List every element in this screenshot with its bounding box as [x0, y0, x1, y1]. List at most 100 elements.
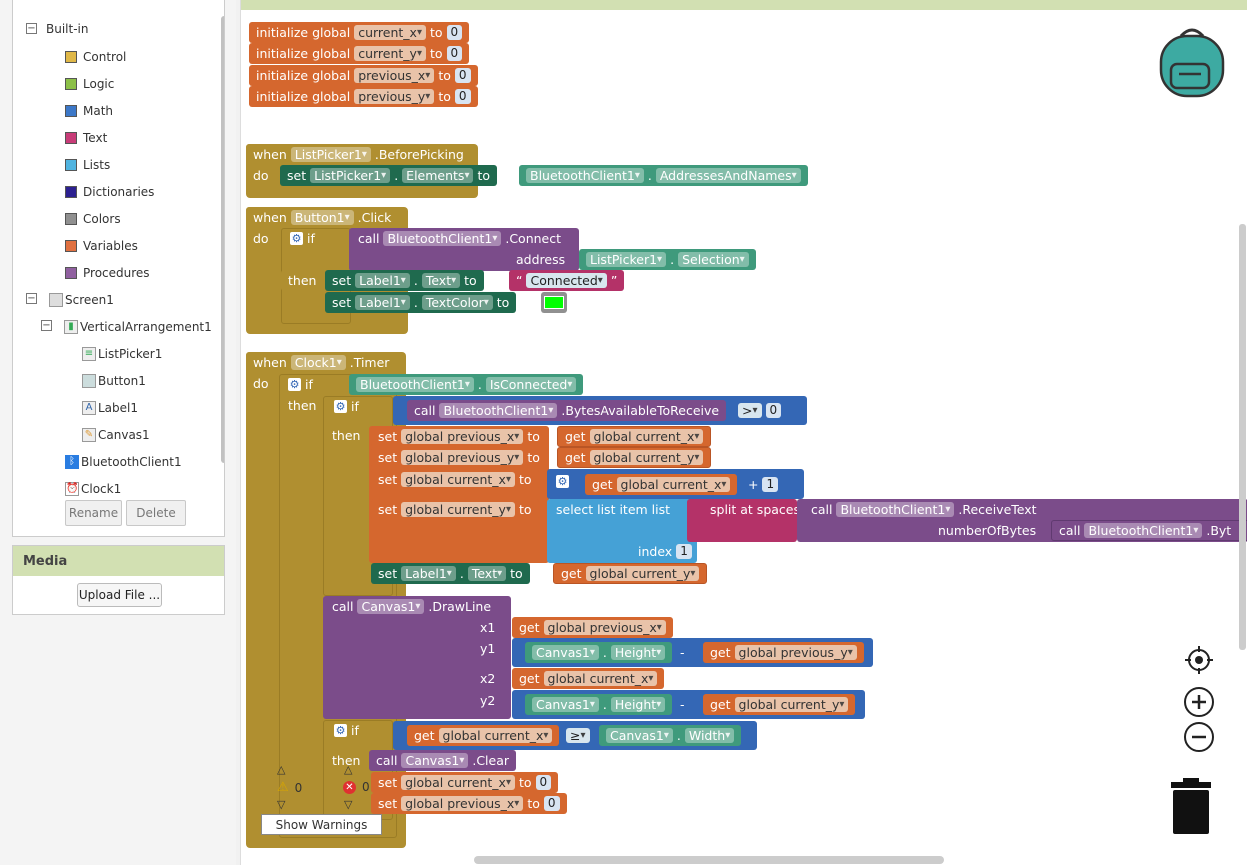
component-dropdown[interactable]: Canvas1	[401, 753, 469, 768]
call-clear-block[interactable]: callCanvas1.Clear	[369, 750, 517, 771]
operator-dropdown[interactable]: >	[738, 403, 762, 418]
category-text[interactable]: Text	[65, 128, 107, 148]
get-global-block[interactable]: get global current_x	[512, 668, 665, 689]
var-dropdown[interactable]: global current_y	[401, 502, 515, 517]
tree-listpicker[interactable]: ≡ ListPicker1	[82, 344, 162, 364]
component-dropdown[interactable]: Canvas1	[532, 697, 599, 712]
init-global-block[interactable]: initialize globalcurrent_yto0	[249, 43, 470, 64]
category-control[interactable]: Control	[65, 47, 126, 67]
set-global-block[interactable]: setglobal previous_xto	[371, 426, 547, 447]
var-dropdown[interactable]: global previous_x	[401, 796, 524, 811]
warning-indicator[interactable]: ⚠ 0	[277, 780, 302, 795]
tree-bluetooth[interactable]: ᛒ BluetoothClient1	[65, 452, 182, 472]
property-dropdown[interactable]: Height	[610, 697, 666, 712]
init-global-block[interactable]: initialize globalprevious_xto0	[249, 65, 478, 86]
color-block[interactable]	[541, 292, 567, 313]
workspace-vscrollbar[interactable]	[1239, 224, 1246, 650]
component-dropdown[interactable]: Button1	[290, 210, 354, 225]
gear-icon[interactable]: ⚙	[290, 232, 303, 245]
var-name[interactable]: current_y	[354, 46, 426, 61]
number-value[interactable]: 0	[446, 46, 463, 61]
get-property-block[interactable]: Canvas1.Width	[599, 725, 742, 746]
component-dropdown[interactable]: BluetoothClient1	[356, 377, 474, 392]
get-property-block[interactable]: BluetoothClient1.IsConnected	[349, 374, 584, 395]
init-global-block[interactable]: initialize globalprevious_yto0	[249, 86, 478, 107]
var-dropdown[interactable]: global current_x	[616, 477, 731, 492]
component-dropdown[interactable]: Clock1	[290, 355, 346, 370]
category-variables[interactable]: Variables	[65, 236, 138, 256]
tree-label1[interactable]: A Label1	[82, 398, 138, 418]
component-dropdown[interactable]: ListPicker1	[586, 252, 667, 267]
get-global-block[interactable]: get global previous_x	[512, 617, 673, 638]
component-dropdown[interactable]: Canvas1	[532, 645, 599, 660]
component-dropdown[interactable]: ListPicker1	[310, 168, 391, 183]
zoom-out-icon[interactable]	[1183, 721, 1215, 753]
var-dropdown[interactable]: global current_y	[585, 566, 700, 581]
gear-icon[interactable]: ⚙	[334, 724, 347, 737]
tree-vertical-arrangement[interactable]: ▮ VerticalArrangement1	[64, 317, 212, 337]
get-global-block[interactable]: get global current_y	[553, 563, 708, 584]
set-global-block[interactable]: setglobal current_xto	[371, 469, 539, 490]
var-dropdown[interactable]: global current_x	[401, 775, 515, 790]
property-dropdown[interactable]: Elements	[402, 168, 474, 183]
category-colors[interactable]: Colors	[65, 209, 121, 229]
component-dropdown[interactable]: Label1	[401, 566, 456, 581]
property-dropdown[interactable]: AddressesAndNames	[655, 168, 801, 183]
show-warnings-button[interactable]: Show Warnings	[261, 814, 382, 835]
upload-file-button[interactable]: Upload File ...	[77, 583, 162, 607]
var-dropdown[interactable]: global current_x	[543, 671, 658, 686]
number-value[interactable]: 0	[765, 403, 782, 418]
var-dropdown[interactable]: global current_x	[438, 728, 553, 743]
tree-canvas[interactable]: ✎ Canvas1	[82, 425, 150, 445]
set-global-block[interactable]: setglobal previous_xto0	[371, 793, 567, 814]
collapse-icon[interactable]: −	[26, 293, 37, 304]
get-property-block[interactable]: BluetoothClient1.AddressesAndNames	[519, 165, 808, 186]
get-global-block[interactable]: get global current_y	[557, 447, 712, 468]
get-global-block[interactable]: get global current_x	[407, 725, 560, 746]
category-logic[interactable]: Logic	[65, 74, 114, 94]
get-global-block[interactable]: get global current_x	[557, 426, 712, 447]
component-dropdown[interactable]: Label1	[355, 295, 410, 310]
number-value[interactable]: 0	[535, 775, 552, 790]
component-dropdown[interactable]: Canvas1	[357, 599, 425, 614]
delete-button[interactable]: Delete	[126, 500, 186, 526]
operator-dropdown[interactable]: ≥	[566, 728, 590, 743]
property-dropdown[interactable]: IsConnected	[485, 377, 577, 392]
set-property-block[interactable]: setLabel1.TextColorto	[325, 292, 517, 313]
workspace-hscrollbar[interactable]	[474, 856, 944, 864]
rename-button[interactable]: Rename	[65, 500, 122, 526]
var-dropdown[interactable]: global previous_x	[543, 620, 666, 635]
var-dropdown[interactable]: global current_y	[734, 697, 849, 712]
get-global-block[interactable]: get global current_y	[703, 694, 856, 715]
blocks-workspace[interactable]: initialize globalcurrent_xto0 initialize…	[240, 0, 1247, 865]
compare-op[interactable]: ≥	[559, 725, 597, 746]
component-dropdown[interactable]: Label1	[355, 273, 410, 288]
var-name[interactable]: previous_x	[354, 68, 435, 83]
number-value[interactable]: 0	[454, 89, 471, 104]
number-value[interactable]: 1	[762, 477, 779, 492]
text-string-block[interactable]: “Connected”	[509, 270, 625, 291]
trash-icon[interactable]	[1169, 778, 1213, 836]
collapse-icon[interactable]: −	[41, 320, 52, 331]
var-dropdown[interactable]: global previous_y	[734, 645, 857, 660]
gear-icon[interactable]: ⚙	[334, 400, 347, 413]
call-bytes-available-block[interactable]: callBluetoothClient1.Byt	[1051, 520, 1247, 541]
set-property-block[interactable]: setLabel1.Textto	[371, 563, 530, 584]
get-property-block[interactable]: Canvas1.Height	[525, 642, 673, 663]
set-global-block[interactable]: setglobal current_yto	[371, 499, 539, 520]
error-up-arrow[interactable]: △	[344, 763, 352, 776]
property-dropdown[interactable]: Height	[610, 645, 666, 660]
component-dropdown[interactable]: BluetoothClient1	[439, 403, 558, 418]
property-dropdown[interactable]: Selection	[678, 252, 749, 267]
get-global-block[interactable]: get global current_x	[585, 474, 738, 495]
get-global-block[interactable]: get global previous_y	[703, 642, 864, 663]
error-indicator[interactable]: ✕ 0	[343, 780, 370, 794]
category-lists[interactable]: Lists	[65, 155, 110, 175]
backpack-icon[interactable]	[1157, 26, 1227, 100]
string-value[interactable]: Connected	[526, 273, 607, 288]
gear-icon[interactable]: ⚙	[288, 378, 301, 391]
var-dropdown[interactable]: global current_x	[401, 472, 515, 487]
category-dictionaries[interactable]: Dictionaries	[65, 182, 154, 202]
tree-button[interactable]: Button1	[82, 371, 146, 391]
get-property-block[interactable]: Canvas1.Height	[525, 694, 673, 715]
